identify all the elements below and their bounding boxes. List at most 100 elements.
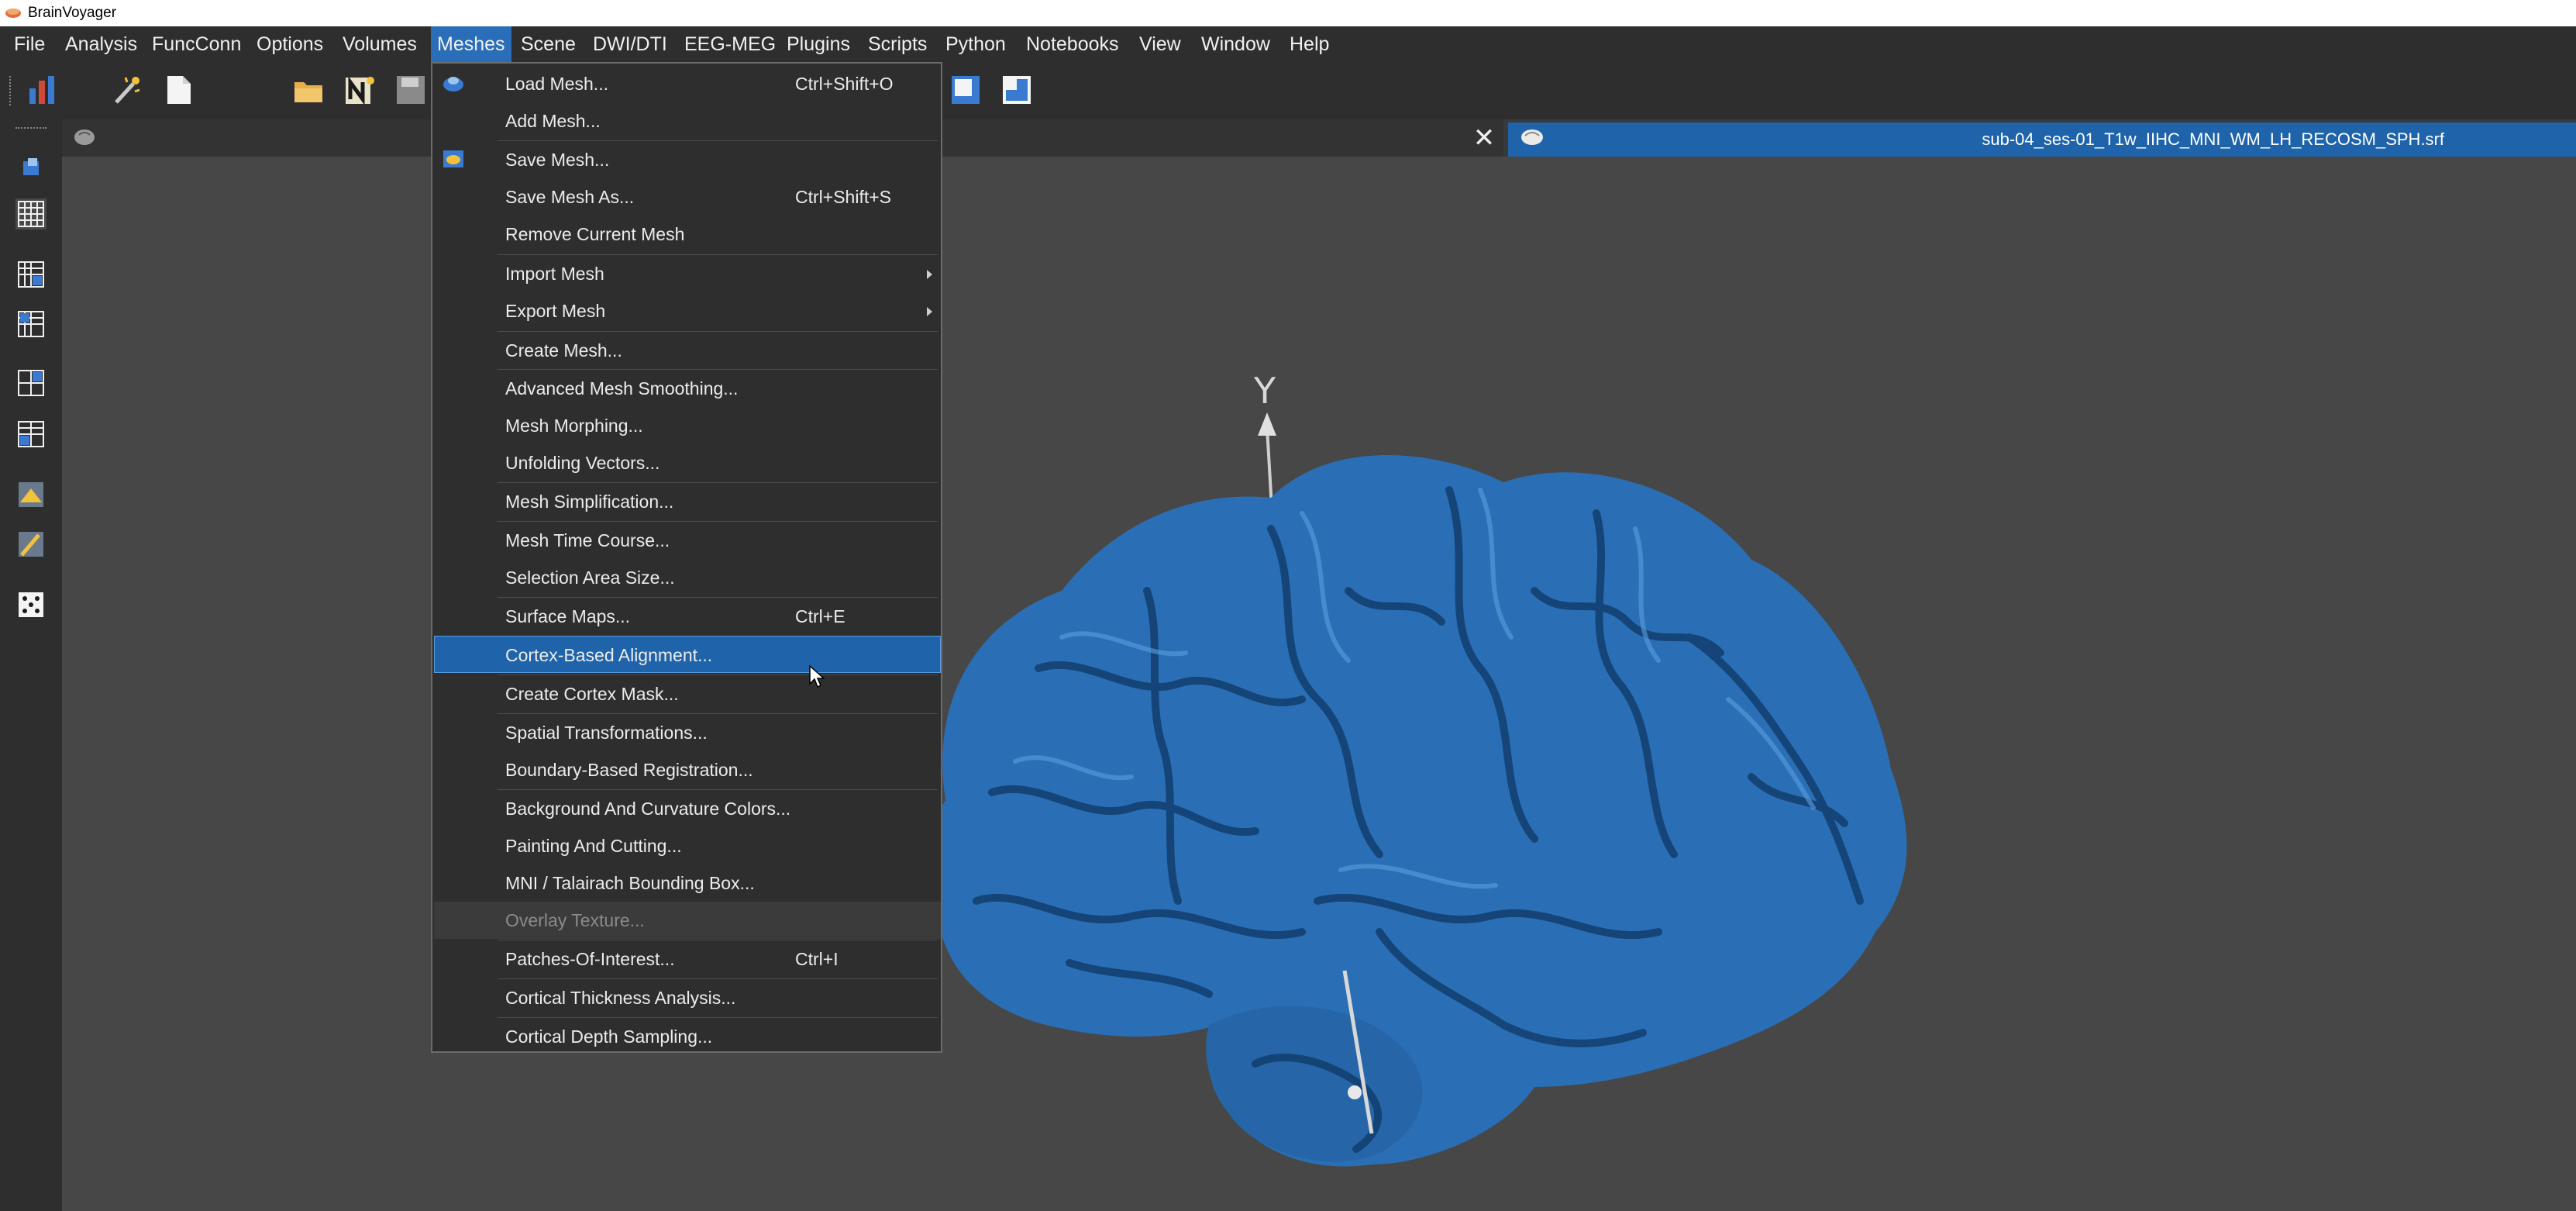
image-yellow-icon-1[interactable] [15, 479, 46, 510]
menu-item-mesh-simplification[interactable]: Mesh Simplification... [434, 483, 941, 520]
brain-tab-icon [74, 129, 95, 145]
menu-eeg-meg[interactable]: EEG-MEG [678, 26, 782, 62]
menu-item-background-curvature-colors[interactable]: Background And Curvature Colors... [434, 790, 941, 827]
menu-options[interactable]: Options [250, 26, 329, 62]
menu-item-cortex-based-alignment[interactable]: Cortex-Based Alignment... [434, 636, 941, 673]
new-document-icon[interactable] [161, 73, 195, 107]
menu-item-label: Export Mesh [505, 301, 606, 321]
menu-item-label: Unfolding Vectors... [505, 453, 660, 473]
menu-item-label: Mesh Morphing... [505, 416, 643, 436]
menu-item-surface-maps[interactable]: Surface Maps... Ctrl+E [434, 598, 941, 635]
notebook-icon[interactable] [343, 73, 377, 107]
main-toolbar [0, 62, 2576, 119]
menu-dwi-dti[interactable]: DWI/DTI [587, 26, 673, 62]
toolbar-grip[interactable] [9, 76, 14, 105]
save-icon[interactable] [394, 73, 428, 107]
app-window: BrainVoyager File Analysis FuncConn Opti… [0, 0, 2576, 1211]
layout-single-icon[interactable] [949, 73, 983, 107]
menu-item-label: Patches-Of-Interest... [505, 949, 675, 969]
menu-item-boundary-based-registration[interactable]: Boundary-Based Registration... [434, 751, 941, 788]
menu-python[interactable]: Python [939, 26, 1012, 62]
menu-item-import-mesh[interactable]: Import Mesh [434, 255, 941, 292]
menu-item-label: Create Mesh... [505, 340, 622, 361]
grid-blue-icon-2[interactable] [15, 309, 46, 340]
menu-item-create-mesh[interactable]: Create Mesh... [434, 332, 941, 369]
menu-item-label: Mesh Simplification... [505, 492, 674, 512]
menu-item-label: Spatial Transformations... [505, 723, 708, 743]
menu-item-advanced-mesh-smoothing[interactable]: Advanced Mesh Smoothing... [434, 370, 941, 407]
menu-item-shortcut: Ctrl+Shift+S [795, 187, 891, 207]
cube-icon[interactable] [15, 152, 46, 183]
menu-scripts[interactable]: Scripts [862, 26, 933, 62]
menu-item-save-mesh[interactable]: Save Mesh... [434, 141, 941, 178]
menu-item-label: Save Mesh... [505, 150, 610, 170]
menu-item-label: Boundary-Based Registration... [505, 760, 753, 780]
grid-blue-icon-3[interactable] [15, 367, 46, 398]
brainvoyager-logo-icon [5, 9, 21, 18]
y-axis-arrow-icon [1258, 412, 1276, 436]
title-bar: BrainVoyager [0, 0, 2576, 26]
sidebar-grip[interactable] [15, 127, 46, 132]
mouse-cursor-icon [809, 665, 825, 688]
menu-item-mesh-morphing[interactable]: Mesh Morphing... [434, 407, 941, 444]
menu-item-patches-of-interest[interactable]: Patches-Of-Interest... Ctrl+I [434, 940, 941, 978]
menu-item-painting-and-cutting[interactable]: Painting And Cutting... [434, 827, 941, 864]
menu-item-label: Add Mesh... [505, 111, 601, 131]
save-mesh-icon [443, 150, 463, 167]
menu-item-label: Save Mesh As... [505, 187, 635, 207]
menu-item-label: Painting And Cutting... [505, 836, 682, 856]
menu-notebooks[interactable]: Notebooks [1020, 26, 1125, 62]
load-mesh-icon [443, 77, 463, 91]
submenu-arrow-icon [927, 307, 932, 316]
document-tab-active[interactable]: sub-04_ses-01_T1w_IIHC_MNI_WM_LH_RECOSM_… [1508, 122, 2576, 157]
menu-analysis[interactable]: Analysis [59, 26, 143, 62]
menu-item-selection-area-size[interactable]: Selection Area Size... [434, 559, 941, 596]
meshes-dropdown-menu: Load Mesh... Ctrl+Shift+O Add Mesh... Sa… [431, 62, 942, 1053]
image-yellow-icon-2[interactable] [15, 529, 46, 560]
dice-icon[interactable] [15, 589, 46, 620]
menu-item-shortcut: Ctrl+E [795, 606, 845, 626]
menu-item-spatial-transformations[interactable]: Spatial Transformations... [434, 714, 941, 751]
menu-item-shortcut: Ctrl+Shift+O [795, 74, 894, 94]
menu-scene[interactable]: Scene [515, 26, 582, 62]
menu-item-create-cortex-mask[interactable]: Create Cortex Mask... [434, 675, 941, 712]
menu-view[interactable]: View [1133, 26, 1187, 62]
axis-handle-icon[interactable] [1348, 1085, 1362, 1099]
menu-item-label: Surface Maps... [505, 606, 631, 626]
menu-plugins[interactable]: Plugins [780, 26, 856, 62]
menu-item-label: Cortical Thickness Analysis... [505, 988, 736, 1008]
y-axis-label: Y [1253, 370, 1276, 412]
menu-meshes[interactable]: Meshes [431, 26, 511, 62]
menu-funcconn[interactable]: FuncConn [146, 26, 247, 62]
grid-blue-icon-1[interactable] [15, 259, 46, 290]
bar-chart-icon[interactable] [26, 73, 60, 107]
grid-view-icon[interactable] [15, 198, 46, 229]
menu-volumes[interactable]: Volumes [336, 26, 423, 62]
menu-item-export-mesh[interactable]: Export Mesh [434, 292, 941, 329]
grid-blue-icon-4[interactable] [15, 419, 46, 450]
menu-item-label: Cortical Depth Sampling... [505, 1026, 713, 1047]
layout-split-icon[interactable] [1000, 73, 1034, 107]
menu-item-label: Remove Current Mesh [505, 224, 685, 244]
menu-file[interactable]: File [8, 26, 51, 62]
menu-item-shortcut: Ctrl+I [795, 949, 839, 969]
menu-item-label: Overlay Texture... [505, 910, 645, 930]
menu-item-remove-current-mesh[interactable]: Remove Current Mesh [434, 216, 941, 253]
brain-tab-icon [1521, 129, 1543, 145]
magic-wand-icon[interactable] [110, 73, 144, 107]
menu-item-overlay-texture: Overlay Texture... [434, 902, 941, 939]
menu-window[interactable]: Window [1195, 26, 1276, 62]
menu-item-load-mesh[interactable]: Load Mesh... Ctrl+Shift+O [434, 65, 941, 102]
menu-item-mni-talairach-bounding-box[interactable]: MNI / Talairach Bounding Box... [434, 864, 941, 902]
menu-item-unfolding-vectors[interactable]: Unfolding Vectors... [434, 444, 941, 481]
close-tab-button[interactable]: ✕ [1469, 122, 1500, 154]
menu-item-cortical-depth-sampling[interactable]: Cortical Depth Sampling... [434, 1018, 941, 1055]
menu-item-cortical-thickness-analysis[interactable]: Cortical Thickness Analysis... [434, 979, 941, 1016]
menu-item-save-mesh-as[interactable]: Save Mesh As... Ctrl+Shift+S [434, 178, 941, 216]
menu-item-mesh-time-course[interactable]: Mesh Time Course... [434, 522, 941, 559]
menu-item-add-mesh[interactable]: Add Mesh... [434, 102, 941, 140]
brain-mesh[interactable] [923, 455, 1907, 1167]
menu-help[interactable]: Help [1283, 26, 1335, 62]
window-title: BrainVoyager [28, 5, 117, 21]
open-folder-icon[interactable] [291, 73, 325, 107]
